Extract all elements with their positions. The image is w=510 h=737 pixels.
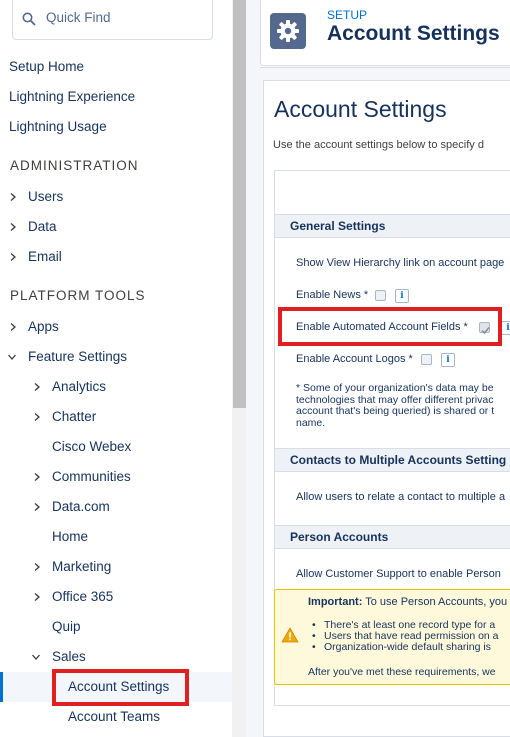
view-hierarchy-label: Show View Hierarchy link on account page (296, 257, 505, 269)
content-gutter (246, 0, 260, 737)
person-accounts-header: Person Accounts (275, 525, 510, 549)
info-icon[interactable]: i (395, 289, 409, 303)
list-item: Organization-wide default sharing is (312, 642, 499, 653)
sidebar-item-setup-home[interactable]: Setup Home (0, 52, 232, 82)
sidebar-item-communities[interactable]: Communities (0, 462, 232, 492)
setup-breadcrumb[interactable]: SETUP (327, 8, 367, 22)
sidebar-scrollbar-thumb[interactable] (233, 0, 246, 408)
sidebar-item-sales[interactable]: Sales (0, 642, 232, 672)
enable-logos-checkbox[interactable] (421, 354, 432, 365)
gear-icon (277, 20, 299, 42)
warning-label: Important: (308, 596, 363, 608)
chevron-right-icon (10, 253, 16, 261)
sidebar-item-data[interactable]: Data (0, 212, 232, 242)
sidebar-item-office-365[interactable]: Office 365 (0, 582, 232, 612)
search-icon (22, 12, 36, 26)
sidebar-item-marketing[interactable]: Marketing (0, 552, 232, 582)
sidebar-item-account-teams[interactable]: Account Teams (0, 702, 232, 732)
sidebar-item-data-com[interactable]: Data.com (0, 492, 232, 522)
person-accounts-label: Allow Customer Support to enable Person (296, 568, 501, 580)
contacts-setting-label: Allow users to relate a contact to multi… (296, 491, 506, 503)
chevron-down-icon (8, 354, 16, 360)
sidebar-item-lightning-usage[interactable]: Lightning Usage (0, 112, 232, 142)
sidebar-item-email[interactable]: Email (0, 242, 232, 272)
chevron-right-icon (34, 413, 40, 421)
warning-requirements-list: There's at least one record type for a U… (312, 620, 499, 653)
chevron-right-icon (34, 503, 40, 511)
platform-tools-heading: PLATFORM TOOLS (10, 288, 146, 303)
chevron-right-icon (34, 473, 40, 481)
chevron-right-icon (10, 223, 16, 231)
chevron-right-icon (10, 323, 16, 331)
chevron-right-icon (34, 593, 40, 601)
quick-find-search[interactable]: Quick Find (12, 0, 213, 40)
contacts-settings-header: Contacts to Multiple Accounts Setting (275, 448, 510, 472)
warning-icon (281, 627, 299, 643)
sidebar-item-analytics[interactable]: Analytics (0, 372, 232, 402)
chevron-right-icon (34, 563, 40, 571)
sidebar-item-home[interactable]: Home (0, 522, 232, 552)
page-description: Use the account settings below to specif… (273, 139, 484, 151)
page-title: Account Settings (274, 96, 447, 122)
warning-text: Important: To use Person Accounts, you (308, 596, 507, 608)
warning-followup: After you've met these requirements, we (308, 666, 496, 678)
highlight-box-account-settings (52, 669, 189, 706)
sidebar-item-chatter[interactable]: Chatter (0, 402, 232, 432)
sidebar-item-apps[interactable]: Apps (0, 312, 232, 342)
quick-find-placeholder: Quick Find (46, 10, 111, 25)
highlight-box-automated-fields (278, 307, 502, 346)
header-title: Account Settings (327, 22, 500, 45)
warning-message: To use Person Accounts, you (365, 596, 508, 608)
general-settings-header: General Settings (275, 214, 510, 238)
sidebar-item-cisco-webex[interactable]: Cisco Webex (0, 432, 232, 462)
info-icon[interactable]: i (441, 353, 455, 367)
administration-heading: ADMINISTRATION (10, 158, 139, 173)
enable-news-label: Enable News * (296, 289, 369, 301)
sidebar-item-feature-settings[interactable]: Feature Settings (0, 342, 232, 372)
chevron-right-icon (34, 383, 40, 391)
info-icon[interactable]: i (501, 321, 510, 335)
sidebar-item-lightning-experience[interactable]: Lightning Experience (0, 82, 232, 112)
enable-news-checkbox[interactable] (375, 290, 386, 301)
chevron-down-icon (32, 654, 40, 660)
setup-sidebar: Quick Find Setup Home Lightning Experien… (0, 0, 232, 737)
sidebar-item-users[interactable]: Users (0, 182, 232, 212)
setup-header-icon (270, 13, 306, 49)
chevron-right-icon (10, 193, 16, 201)
data-note: * Some of your organization's data may b… (296, 382, 495, 429)
sidebar-item-quip[interactable]: Quip (0, 612, 232, 642)
enable-logos-label: Enable Account Logos * (296, 353, 413, 365)
